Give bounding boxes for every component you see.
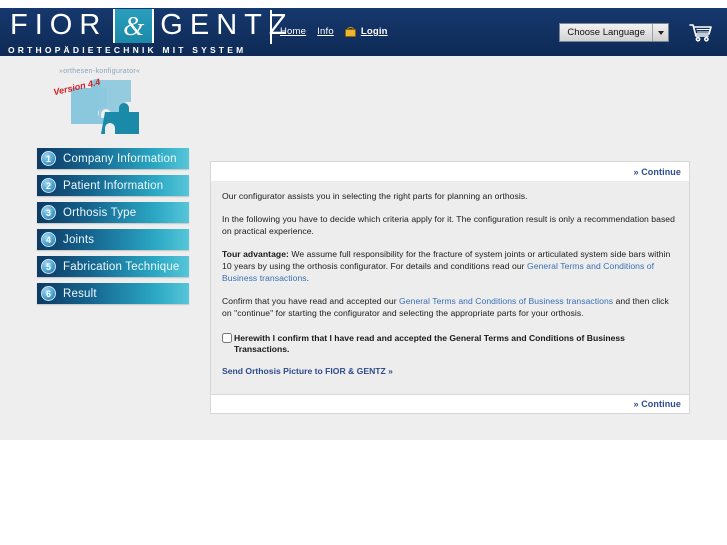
content-footer-bar: » Continue	[211, 394, 689, 413]
send-orthosis-picture-link[interactable]: Send Orthosis Picture to FIOR & GENTZ »	[222, 366, 678, 376]
intro-paragraph-1: Our configurator assists you in selectin…	[222, 191, 528, 201]
continue-link-top[interactable]: » Continue	[634, 167, 682, 177]
nav-info[interactable]: Info	[317, 26, 334, 37]
continue-link-bottom[interactable]: » Continue	[634, 399, 682, 409]
step-number-2: 2	[41, 178, 56, 193]
lock-icon	[344, 26, 356, 37]
language-select-value: Choose Language	[567, 27, 645, 38]
step-number-3: 3	[41, 205, 56, 220]
top-white-strip	[0, 0, 727, 8]
advantage-paragraph: Tour advantage: We assume full responsib…	[222, 248, 678, 284]
page-body: »orthesen-konfigurator« Version 4.4 1 Co…	[0, 56, 727, 440]
sidebar-item-joints[interactable]: 4 Joints	[37, 229, 189, 250]
terms-link-2[interactable]: General Terms and Conditions of Business…	[399, 296, 613, 306]
confirm-text-a: Confirm that you have read and accepted …	[222, 296, 400, 306]
footer-white-area	[0, 440, 727, 545]
brand-tagline: ORTHOPÄDIETECHNIK MIT SYSTEM	[8, 45, 247, 55]
intro-paragraph-2: In the following you have to decide whic…	[222, 214, 675, 236]
sidebar-item-fabrication-technique[interactable]: 5 Fabrication Technique	[37, 256, 189, 277]
step-number-1: 1	[41, 151, 56, 166]
shopping-cart-icon[interactable]	[689, 23, 713, 42]
main-nav: Home Info Login	[280, 26, 388, 37]
step-label-1: Company Information	[63, 152, 177, 165]
confirm-paragraph: Confirm that you have read and accepted …	[222, 295, 678, 319]
step-list: 1 Company Information 2 Patient Informat…	[37, 148, 189, 304]
configurator-logo: »orthesen-konfigurator« Version 4.4	[37, 62, 189, 144]
content-panel: » Continue Our configurator assists you …	[210, 161, 690, 414]
brand-name-second: GENTZ	[160, 9, 294, 41]
sidebar-item-patient-information[interactable]: 2 Patient Information	[37, 175, 189, 196]
brand-wordmark: FIOR & GENTZ	[0, 9, 300, 43]
advantage-text-b: .	[306, 273, 310, 283]
site-header: FIOR & GENTZ ORTHOPÄDIETECHNIK MIT SYSTE…	[0, 8, 727, 56]
sidebar-item-company-information[interactable]: 1 Company Information	[37, 148, 189, 169]
nav-home[interactable]: Home	[280, 26, 306, 37]
step-label-4: Joints	[63, 233, 95, 246]
step-label-5: Fabrication Technique	[63, 260, 180, 273]
step-label-3: Orthosis Type	[63, 206, 137, 219]
step-number-6: 6	[41, 286, 56, 301]
header-right-tools: Choose Language	[559, 23, 713, 42]
brand-name-first: FIOR	[10, 9, 108, 41]
content-body: Our configurator assists you in selectin…	[211, 181, 689, 394]
brand-ampersand: &	[115, 9, 153, 43]
step-number-5: 5	[41, 259, 56, 274]
language-select[interactable]: Choose Language	[559, 23, 669, 42]
step-label-6: Result	[63, 287, 97, 300]
step-number-4: 4	[41, 232, 56, 247]
sidebar: »orthesen-konfigurator« Version 4.4 1 Co…	[37, 62, 189, 310]
chevron-down-icon[interactable]	[652, 24, 668, 41]
terms-accept-label: Herewith I confirm that I have read and …	[234, 333, 625, 354]
terms-confirm-row[interactable]: Herewith I confirm that I have read and …	[222, 333, 678, 355]
sidebar-item-result[interactable]: 6 Result	[37, 283, 189, 304]
nav-login[interactable]: Login	[361, 26, 388, 37]
sidebar-item-orthosis-type[interactable]: 3 Orthosis Type	[37, 202, 189, 223]
content-header-bar: » Continue	[211, 162, 689, 181]
terms-accept-checkbox[interactable]	[222, 333, 232, 343]
logo-vertical-rule	[270, 10, 272, 44]
advantage-lead: Tour advantage:	[222, 249, 289, 259]
step-label-2: Patient Information	[63, 179, 164, 192]
